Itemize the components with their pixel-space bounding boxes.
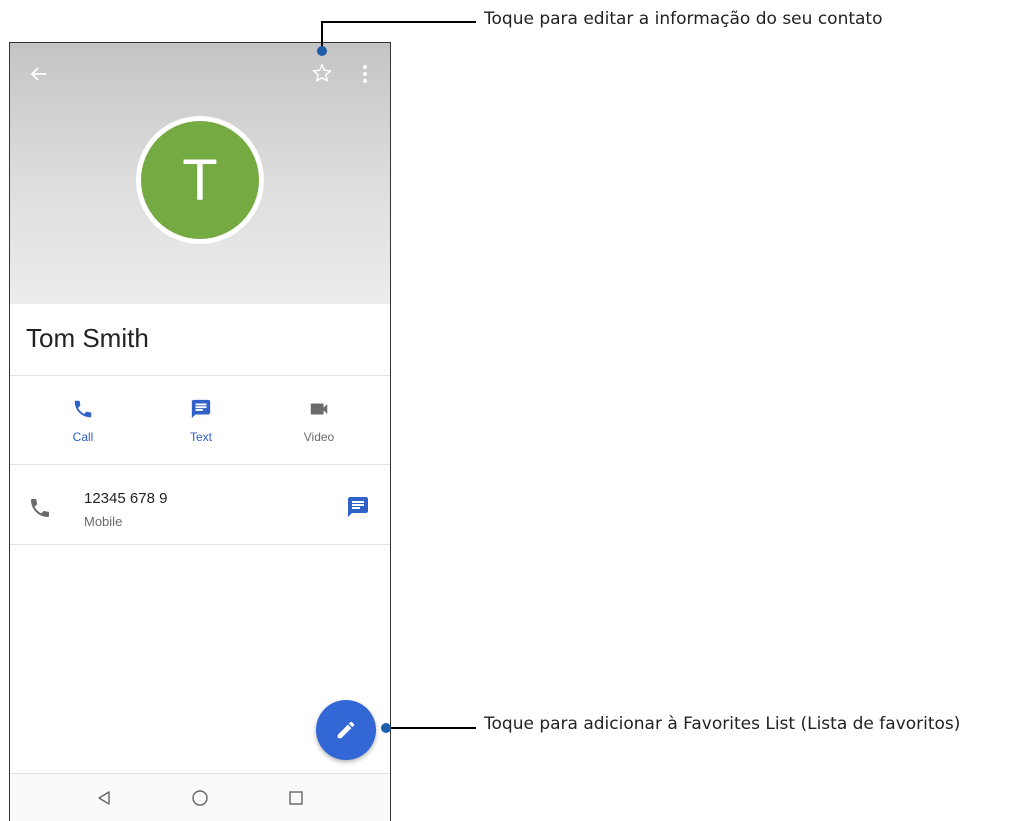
back-arrow-icon[interactable]: [24, 59, 54, 89]
divider: [10, 375, 390, 376]
video-action-button[interactable]: Video: [279, 398, 359, 444]
divider: [10, 544, 390, 545]
edit-fab-button[interactable]: [316, 700, 376, 760]
avatar: T: [141, 121, 259, 239]
phone-icon: [31, 499, 49, 517]
phone-screen: T Tom Smith Call Text Video 12345 678 9 …: [9, 42, 391, 821]
call-action-button[interactable]: Call: [43, 398, 123, 444]
system-navbar: [10, 773, 390, 821]
message-icon[interactable]: [346, 495, 370, 519]
recents-square-icon[interactable]: [284, 786, 308, 810]
video-label: Video: [303, 430, 335, 444]
callout-edit-info: Toque para editar a informação do seu co…: [484, 9, 883, 29]
callout-dot: [317, 46, 327, 56]
callout-dot: [381, 723, 391, 733]
phone-type: Mobile: [84, 514, 123, 529]
callout-add-favorites: Toque para adicionar à Favorites List (L…: [484, 714, 961, 734]
back-triangle-icon[interactable]: [92, 786, 116, 810]
home-circle-icon[interactable]: [188, 786, 212, 810]
pencil-edit-icon: [337, 721, 355, 739]
message-icon: [191, 399, 211, 419]
phone-icon: [74, 400, 92, 418]
callout-leader-line: [386, 727, 476, 729]
divider: [10, 464, 390, 465]
call-label: Call: [72, 430, 94, 444]
phone-number: 12345 678 9: [84, 490, 168, 507]
star-outline-icon[interactable]: [308, 58, 336, 88]
contact-header: T: [10, 43, 390, 304]
text-action-button[interactable]: Text: [161, 398, 241, 444]
callout-leader-line: [321, 21, 476, 23]
contact-name: Tom Smith: [26, 323, 149, 353]
text-label: Text: [189, 430, 212, 444]
videocam-icon: [310, 403, 328, 415]
avatar-ring: T: [136, 116, 264, 244]
more-vert-icon[interactable]: [358, 59, 372, 89]
